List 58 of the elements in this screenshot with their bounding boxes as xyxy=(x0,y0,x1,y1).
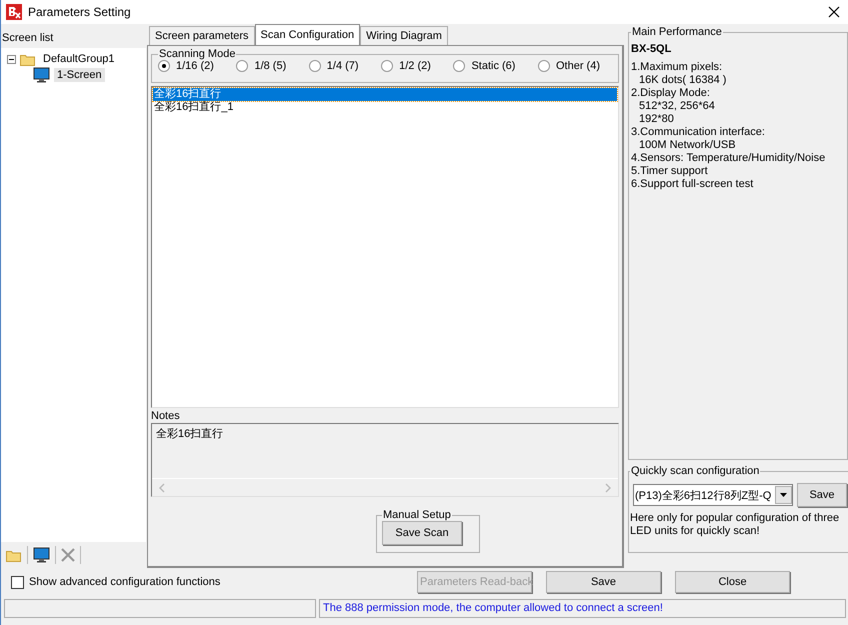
spec-line: 6.Support full-screen test xyxy=(631,178,754,191)
spec-line: 1.Maximum pixels: xyxy=(631,61,724,74)
radio-button[interactable] xyxy=(308,60,321,72)
monitor-icon xyxy=(33,67,50,83)
scan-config-dropdown[interactable]: (P13)全彩6扫12行8列Z型-Q xyxy=(633,484,793,506)
radio-label: 1/4 (7) xyxy=(326,60,359,72)
notes-field[interactable]: 全彩16扫直行 xyxy=(151,423,619,497)
close-icon[interactable] xyxy=(828,6,840,18)
window-title: Parameters Setting xyxy=(28,5,132,19)
spec-detail: 100M Network/USB xyxy=(638,139,737,152)
spec-line: 5.Timer support xyxy=(631,165,709,178)
radio-button[interactable] xyxy=(236,60,248,72)
notes-label: Notes xyxy=(151,410,181,423)
folder-icon xyxy=(20,52,36,66)
delete-icon[interactable] xyxy=(61,548,75,562)
tab[interactable]: Wiring Diagram xyxy=(360,26,448,45)
radio-label: 1/2 (2) xyxy=(399,60,431,72)
save-scan-button[interactable]: Save Scan xyxy=(382,521,462,545)
radio-label: 1/16 (2) xyxy=(176,60,214,72)
scroll-left-icon[interactable] xyxy=(158,482,166,492)
scroll-right-icon[interactable] xyxy=(604,482,612,492)
group-title: Main Performance xyxy=(631,26,723,39)
checkbox[interactable] xyxy=(11,576,24,588)
save-button[interactable]: Save xyxy=(797,483,847,507)
radio-button[interactable] xyxy=(538,60,550,72)
spec-detail: 16K dots( 16384 ) xyxy=(638,74,728,87)
tab[interactable]: Screen parameters xyxy=(149,26,255,45)
panel-title: Screen list xyxy=(1,31,54,46)
tree-item[interactable]: 1-Screen xyxy=(54,68,105,82)
spec-line: 3.Communication interface: xyxy=(631,126,766,139)
tree-item[interactable]: DefaultGroup1 xyxy=(40,52,118,66)
radio-button[interactable] xyxy=(453,60,466,72)
dropdown-arrow-icon xyxy=(780,493,787,497)
tab[interactable]: Scan Configuration xyxy=(254,24,360,45)
group-title: Manual Setup xyxy=(382,509,452,521)
dialog-button[interactable]: Save xyxy=(546,571,661,593)
hint-text: Here only for popular configuration of three LED units for quickly scan! xyxy=(630,512,840,538)
collapse-icon[interactable] xyxy=(7,54,16,64)
group-title: Scanning Mode xyxy=(158,48,236,60)
spec-detail: 512*32, 256*64 xyxy=(638,100,716,113)
radio-label: 1/8 (5) xyxy=(254,60,286,72)
group-title: Quickly scan configuration xyxy=(630,465,760,477)
spec-line: 2.Display Mode: xyxy=(631,87,711,100)
dialog-button[interactable]: Close xyxy=(675,571,790,593)
list-item[interactable]: 全彩16扫直行 xyxy=(153,88,617,101)
checkbox-label: Show advanced configuration functions xyxy=(29,576,220,588)
radio-label: Static (6) xyxy=(471,60,516,72)
spec-line: 4.Sensors: Temperature/Humidity/Noise xyxy=(631,152,826,165)
monitor-icon[interactable] xyxy=(33,547,50,563)
spec-detail: 192*80 xyxy=(638,113,675,126)
folder-icon[interactable] xyxy=(6,548,22,562)
list-item[interactable]: 全彩16扫直行_1 xyxy=(153,101,617,114)
app-logo-icon xyxy=(6,4,22,20)
radio-button[interactable] xyxy=(381,60,394,72)
status-message: The 888 permission mode, the computer allowed to connect a screen! xyxy=(319,599,846,618)
model-name: BX-5QL xyxy=(631,43,672,56)
radio-button[interactable] xyxy=(158,60,170,72)
radio-label: Other (4) xyxy=(556,60,600,72)
